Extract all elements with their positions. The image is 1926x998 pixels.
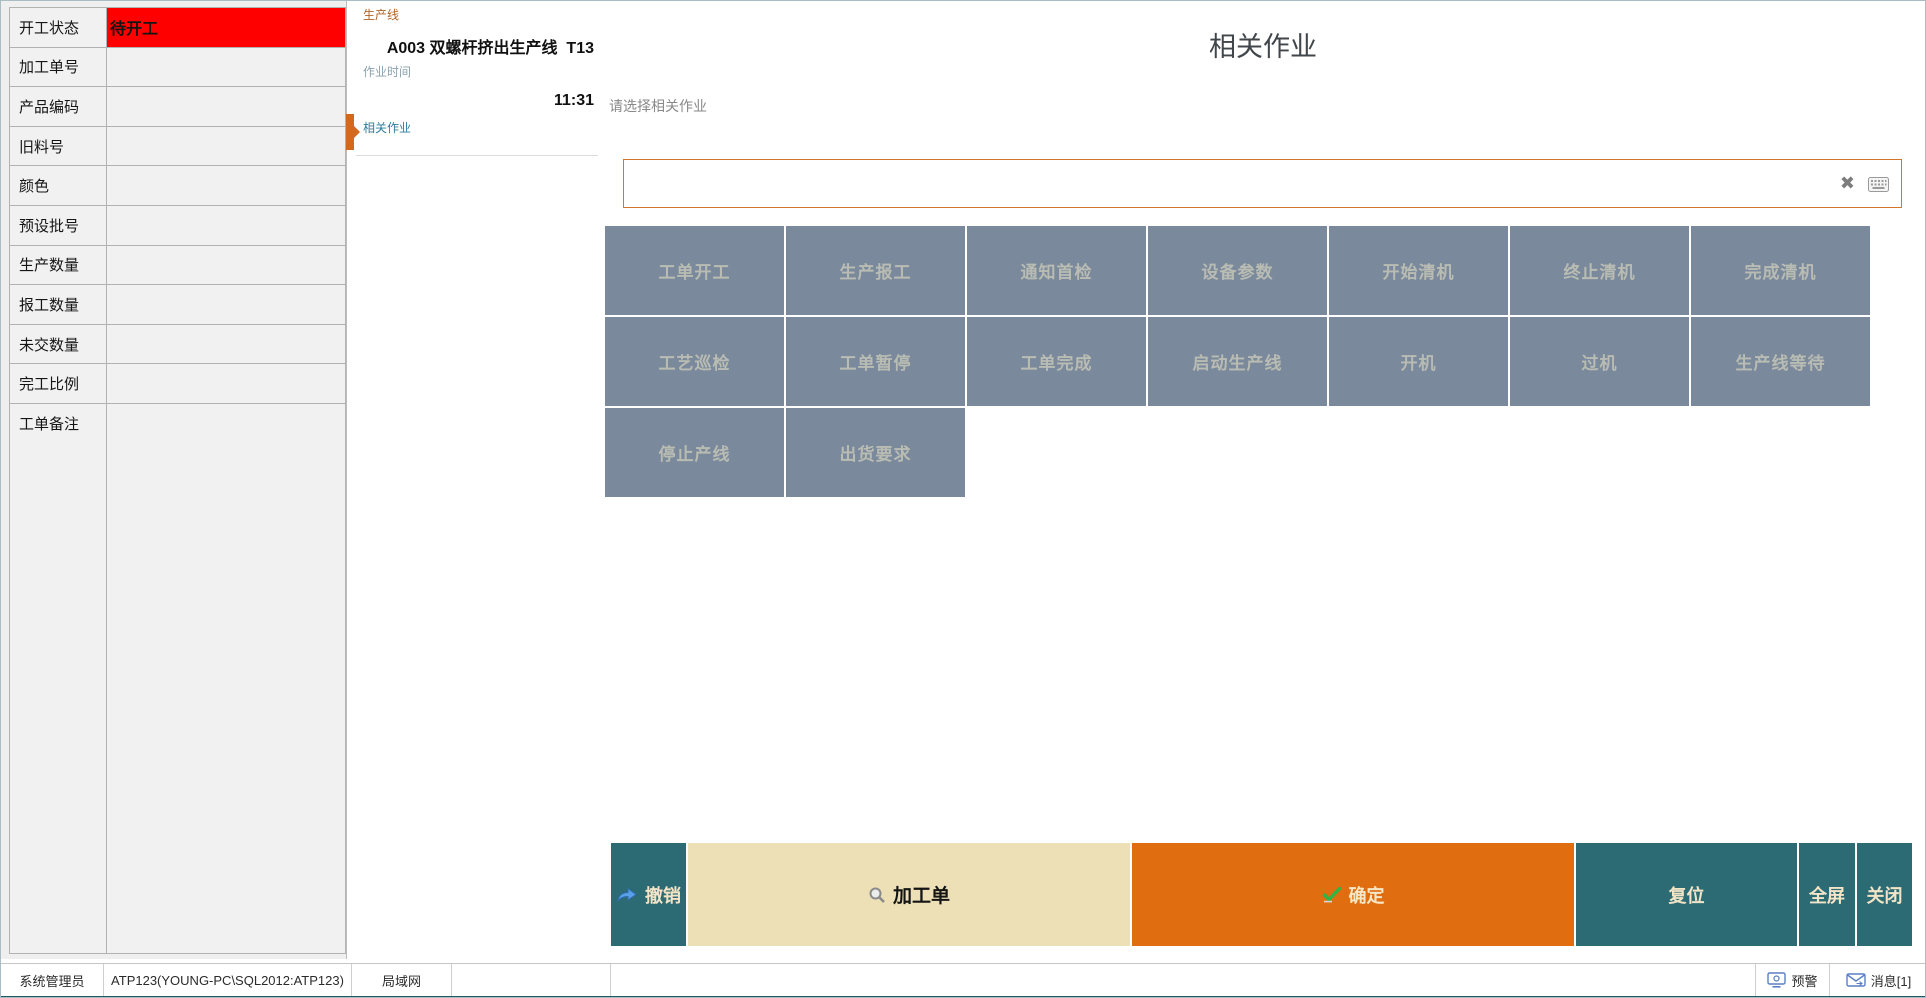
field-label: 未交数量 <box>10 325 107 364</box>
table-row: 生产数量 <box>10 246 345 286</box>
field-label: 开工状态 <box>10 8 107 47</box>
field-label: 产品编码 <box>10 87 107 126</box>
table-row: 完工比例 <box>10 364 345 404</box>
production-line-value: A003 双螺杆挤出生产线 T13 <box>387 34 594 58</box>
monitor-gear-icon <box>1767 972 1786 988</box>
start-status-value: 待开工 <box>107 8 345 47</box>
field-label: 报工数量 <box>10 285 107 324</box>
action-button[interactable]: 过机 <box>1510 317 1689 406</box>
confirm-button[interactable]: 确定 <box>1132 843 1574 946</box>
field-label: 预设批号 <box>10 206 107 245</box>
action-grid-row: 工艺巡检 工单暂停 工单完成 启动生产线 开机 过机 生产线等待 <box>605 317 1870 406</box>
confirm-label: 确定 <box>1349 882 1385 908</box>
field-value <box>107 246 345 285</box>
action-button[interactable]: 出货要求 <box>786 408 965 497</box>
current-user: 系统管理员 <box>1 964 104 996</box>
field-label: 完工比例 <box>10 364 107 403</box>
reset-button[interactable]: 复位 <box>1576 843 1797 946</box>
table-row: 产品编码 <box>10 87 345 127</box>
field-value <box>107 127 345 166</box>
app-window: 开工状态 待开工 加工单号 产品编码 旧料号 颜色 预设批号 <box>0 0 1926 998</box>
action-button[interactable]: 启动生产线 <box>1148 317 1327 406</box>
field-label: 生产数量 <box>10 246 107 285</box>
selection-hint: 请选择相关作业 <box>609 96 707 116</box>
field-label: 工单备注 <box>10 404 107 953</box>
action-button[interactable]: 通知首检 <box>967 226 1146 315</box>
action-grid-row: 停止产线 出货要求 <box>605 408 965 497</box>
fullscreen-button[interactable]: 全屏 <box>1799 843 1855 946</box>
field-value <box>107 364 345 403</box>
messages-label: 消息[1] <box>1871 971 1911 990</box>
network-status: 局域网 <box>352 964 452 996</box>
table-row: 颜色 <box>10 166 345 206</box>
undo-arrow-icon <box>616 887 638 903</box>
table-row: 报工数量 <box>10 285 345 325</box>
table-row: 预设批号 <box>10 206 345 246</box>
messages-status-item[interactable]: 消息[1] <box>1830 964 1926 996</box>
panel-divider <box>356 155 598 156</box>
envelope-icon <box>1846 973 1866 987</box>
action-button[interactable]: 开始清机 <box>1329 226 1508 315</box>
production-line-panel: 生产线 A003 双螺杆挤出生产线 T13 作业时间 11:31 相关作业 <box>348 1 599 959</box>
action-button[interactable]: 生产报工 <box>786 226 965 315</box>
status-empty-cell <box>611 964 1756 996</box>
action-button[interactable]: 开机 <box>1329 317 1508 406</box>
action-button[interactable]: 工单完成 <box>967 317 1146 406</box>
work-order-button[interactable]: 加工单 <box>688 843 1130 946</box>
table-row: 未交数量 <box>10 325 345 365</box>
page-title: 相关作业 <box>599 25 1926 64</box>
related-jobs-item[interactable]: 相关作业 <box>363 119 411 136</box>
database-connection: ATP123(YOUNG-PC\SQL2012:ATP123) <box>104 964 352 996</box>
table-row: 加工单号 <box>10 48 345 88</box>
job-search-input[interactable] <box>630 164 1814 205</box>
action-button[interactable]: 停止产线 <box>605 408 784 497</box>
action-button[interactable]: 生产线等待 <box>1691 317 1870 406</box>
alert-label: 预警 <box>1791 971 1817 990</box>
field-value <box>107 285 345 324</box>
table-row: 旧料号 <box>10 127 345 167</box>
field-value <box>107 87 345 126</box>
action-button[interactable]: 终止清机 <box>1510 226 1689 315</box>
action-button[interactable]: 工艺巡检 <box>605 317 784 406</box>
work-order-label: 加工单 <box>893 881 950 908</box>
field-label: 颜色 <box>10 166 107 205</box>
action-grid-row: 工单开工 生产报工 通知首检 设备参数 开始清机 终止清机 完成清机 <box>605 226 1870 315</box>
action-button[interactable]: 完成清机 <box>1691 226 1870 315</box>
job-time-label[interactable]: 作业时间 <box>363 63 411 80</box>
job-time-value: 11:31 <box>554 92 594 110</box>
keyboard-icon[interactable] <box>1868 177 1889 197</box>
status-empty-cell <box>452 964 611 996</box>
alert-status-item[interactable]: 预警 <box>1756 964 1830 996</box>
field-label: 加工单号 <box>10 48 107 87</box>
field-value <box>107 404 345 953</box>
field-value <box>107 206 345 245</box>
clear-icon[interactable]: ✖ <box>1840 172 1855 194</box>
table-row: 工单备注 <box>10 404 345 953</box>
close-label: 关闭 <box>1867 882 1903 908</box>
selected-item-marker <box>346 114 354 150</box>
work-order-info-table: 开工状态 待开工 加工单号 产品编码 旧料号 颜色 预设批号 <box>9 7 346 954</box>
undo-button[interactable]: 撤销 <box>611 843 686 946</box>
action-button[interactable]: 工单开工 <box>605 226 784 315</box>
production-line-label[interactable]: 生产线 <box>363 6 399 23</box>
job-search-box: ✖ <box>623 159 1902 208</box>
work-order-info-sidebar: 开工状态 待开工 加工单号 产品编码 旧料号 颜色 预设批号 <box>1 1 347 959</box>
table-row: 开工状态 待开工 <box>10 8 345 48</box>
check-icon <box>1322 886 1342 903</box>
field-value <box>107 325 345 364</box>
status-bar: 系统管理员 ATP123(YOUNG-PC\SQL2012:ATP123) 局域… <box>1 963 1926 996</box>
action-button[interactable]: 工单暂停 <box>786 317 965 406</box>
reset-label: 复位 <box>1669 882 1705 908</box>
field-label: 旧料号 <box>10 127 107 166</box>
search-icon <box>868 886 886 904</box>
action-button[interactable]: 设备参数 <box>1148 226 1327 315</box>
field-value <box>107 48 345 87</box>
fullscreen-label: 全屏 <box>1809 882 1845 908</box>
close-button[interactable]: 关闭 <box>1857 843 1912 946</box>
undo-label: 撤销 <box>645 882 681 908</box>
field-value <box>107 166 345 205</box>
